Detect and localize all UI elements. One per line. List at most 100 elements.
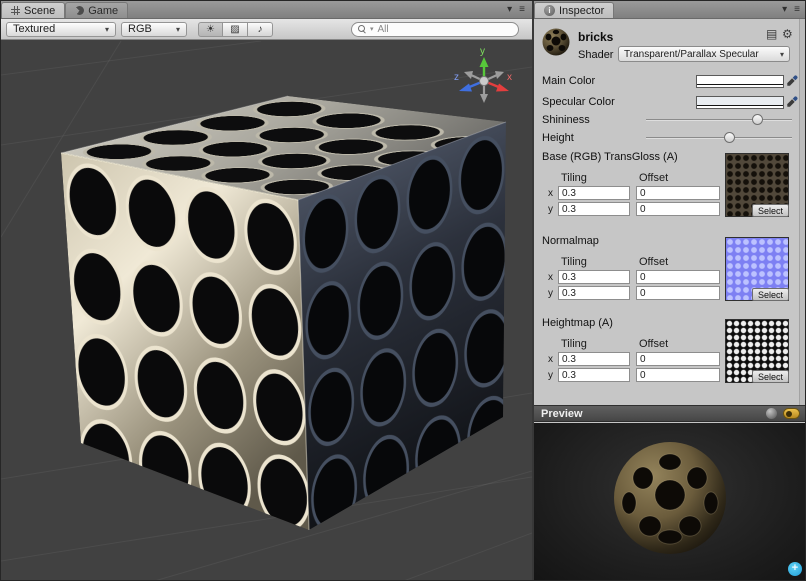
plus-icon: +: [792, 562, 798, 574]
normal-tiling-y-input[interactable]: [558, 286, 630, 300]
y-axis-label: y: [548, 204, 553, 215]
scene-tab-icon: [11, 6, 20, 15]
tab-scene[interactable]: Scene: [1, 2, 65, 18]
gear-icon[interactable]: ⚙: [782, 28, 793, 40]
shader-value: Transparent/Parallax Specular: [624, 49, 759, 60]
height-tiling-y-input[interactable]: [558, 368, 630, 382]
eyedropper-icon[interactable]: [786, 96, 798, 108]
main-color-label: Main Color: [542, 75, 595, 87]
base-offset-x-input[interactable]: [636, 186, 720, 200]
y-axis-label: y: [548, 370, 553, 381]
scene-view-toggles: ☀ ▨ ♪: [198, 22, 273, 37]
normal-offset-x-input[interactable]: [636, 270, 720, 284]
tab-inspector[interactable]: Inspector: [534, 2, 614, 18]
height-slider[interactable]: [646, 131, 792, 145]
material-name: bricks: [578, 30, 613, 44]
material-preview-icon: [541, 27, 571, 57]
offset-header: Offset: [639, 338, 668, 350]
draw-mode-value: Textured: [13, 23, 55, 35]
search-icon: [358, 25, 366, 33]
lighting-toggle[interactable]: ☀: [198, 22, 223, 37]
shininess-slider-thumb[interactable]: [752, 114, 763, 125]
material-preview-sphere: [605, 433, 735, 563]
preview-light-toggle-icon[interactable]: [783, 408, 800, 419]
main-color-swatch[interactable]: [696, 75, 784, 88]
orientation-gizmo[interactable]: y x z: [454, 46, 512, 103]
shininess-slider[interactable]: [646, 113, 792, 127]
height-offset-y-input[interactable]: [636, 368, 720, 382]
specular-color-swatch[interactable]: [696, 96, 784, 109]
inspector-menu-icon[interactable]: ≡: [794, 4, 800, 15]
preview-header[interactable]: Preview: [534, 405, 806, 422]
inspector-dropdown-icon[interactable]: ▾: [782, 4, 787, 15]
audio-icon: ♪: [258, 24, 263, 35]
normal-offset-y-input[interactable]: [636, 286, 720, 300]
height-slider-thumb[interactable]: [724, 132, 735, 143]
scene-panel-dropdown-icon[interactable]: ▾: [507, 4, 512, 15]
tiling-header: Tiling: [561, 338, 587, 350]
shader-label: Shader: [578, 49, 613, 61]
audio-toggle[interactable]: ♪: [248, 22, 273, 37]
scene-panel-menu-icon[interactable]: ≡: [519, 4, 525, 15]
chevron-down-icon: ▾: [105, 25, 109, 34]
offset-header: Offset: [639, 172, 668, 184]
y-axis-label: y: [548, 288, 553, 299]
unity-editor-window: Scene Game ▾ ≡ Textured ▾ RGB ▾ ☀: [0, 0, 806, 581]
specular-color-label: Specular Color: [542, 96, 615, 108]
select-base-texture-button[interactable]: Select: [752, 204, 789, 217]
tab-game[interactable]: Game: [65, 2, 128, 18]
inspector-scrollbar[interactable]: [799, 19, 806, 405]
texture-section-base: Base (RGB) TransGloss (A) Tiling Offset …: [534, 151, 806, 221]
base-offset-y-input[interactable]: [636, 202, 720, 216]
gizmo-z-label[interactable]: z: [454, 72, 459, 83]
x-axis-label: x: [548, 272, 553, 283]
base-tiling-x-input[interactable]: [558, 186, 630, 200]
shader-dropdown[interactable]: Transparent/Parallax Specular ▾: [618, 46, 790, 62]
search-filter-arrow-icon: ▾: [370, 25, 374, 33]
base-tiling-y-input[interactable]: [558, 202, 630, 216]
chevron-down-icon: ▾: [176, 25, 180, 34]
texture-section-label: Heightmap (A): [542, 317, 613, 329]
select-normalmap-button[interactable]: Select: [752, 288, 789, 301]
search-filter-label: All: [378, 24, 389, 35]
sun-icon: ☀: [206, 24, 215, 35]
inspector-tabstrip: Inspector ▾ ≡: [534, 1, 806, 19]
preview-sphere-icon[interactable]: [766, 408, 777, 419]
doc-icon[interactable]: ▤: [766, 28, 777, 40]
gizmo-x-label[interactable]: x: [507, 72, 512, 83]
skybox-fx-toggle[interactable]: ▨: [223, 22, 248, 37]
tiling-header: Tiling: [561, 256, 587, 268]
scene-search-field[interactable]: ▾ All: [351, 22, 519, 37]
color-mode-dropdown[interactable]: RGB ▾: [121, 22, 187, 37]
inspector-tab-label: Inspector: [559, 5, 604, 17]
texture-section-normalmap: Normalmap Tiling Offset x y Select: [534, 235, 806, 305]
shininess-label: Shininess: [542, 114, 590, 126]
scene-viewport[interactable]: y x z: [1, 41, 532, 581]
preview-canvas[interactable]: +: [534, 423, 806, 581]
draw-mode-dropdown[interactable]: Textured ▾: [6, 22, 116, 37]
game-tab-label: Game: [88, 5, 118, 17]
preview-title: Preview: [541, 408, 583, 420]
heightmap-texture-thumbnail[interactable]: Select: [725, 319, 789, 383]
eyedropper-icon[interactable]: [786, 75, 798, 87]
normalmap-texture-thumbnail[interactable]: Select: [725, 237, 789, 301]
color-mode-value: RGB: [128, 23, 152, 35]
select-heightmap-button[interactable]: Select: [752, 370, 789, 383]
normal-tiling-x-input[interactable]: [558, 270, 630, 284]
base-texture-thumbnail[interactable]: Select: [725, 153, 789, 217]
scene-tab-label: Scene: [24, 5, 55, 17]
height-offset-x-input[interactable]: [636, 352, 720, 366]
texture-section-heightmap: Heightmap (A) Tiling Offset x y Select: [534, 317, 806, 387]
x-axis-label: x: [548, 188, 553, 199]
scene-3d-render: y x z: [1, 41, 532, 581]
height-tiling-x-input[interactable]: [558, 352, 630, 366]
image-icon: ▨: [230, 24, 239, 35]
tiling-header: Tiling: [561, 172, 587, 184]
height-label: Height: [542, 132, 574, 144]
scene-toolbar: Textured ▾ RGB ▾ ☀ ▨ ♪ ▾: [1, 19, 532, 40]
gizmo-y-label[interactable]: y: [480, 46, 485, 57]
chevron-down-icon: ▾: [780, 50, 784, 59]
cube-object[interactable]: [61, 96, 525, 547]
preview-add-button[interactable]: +: [788, 562, 802, 576]
scene-panel: Scene Game ▾ ≡ Textured ▾ RGB ▾ ☀: [1, 1, 532, 581]
